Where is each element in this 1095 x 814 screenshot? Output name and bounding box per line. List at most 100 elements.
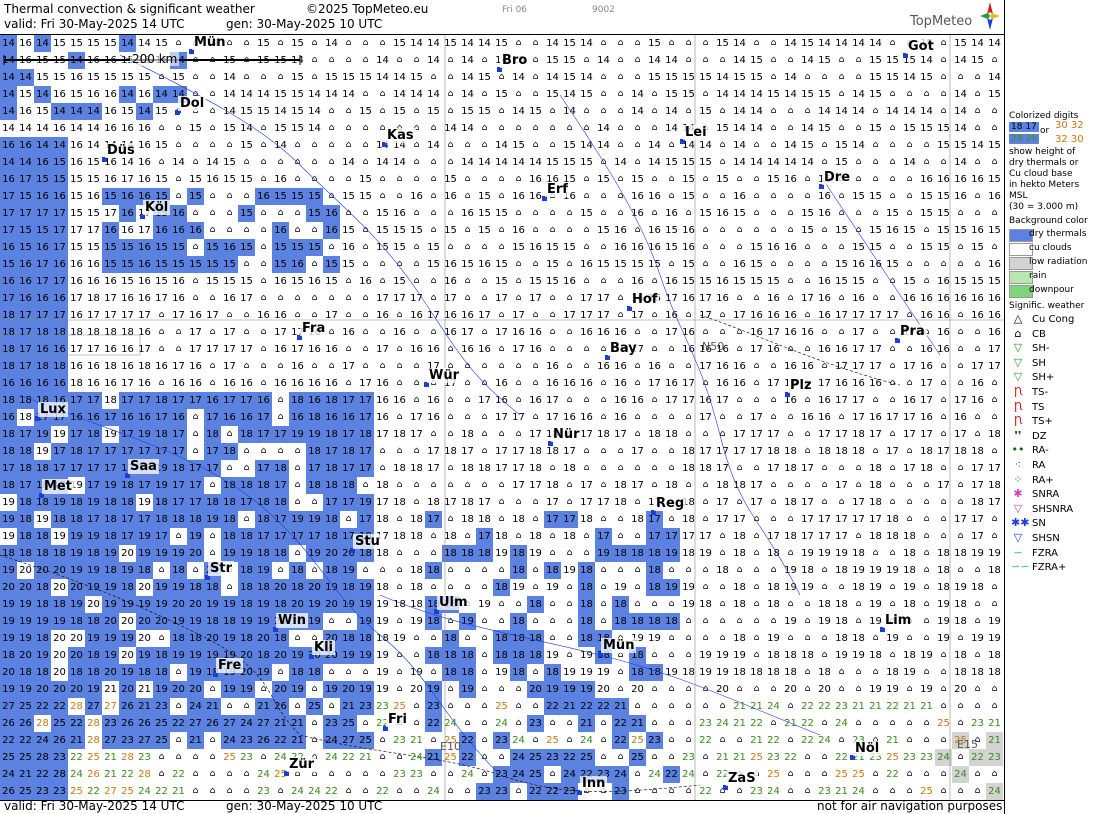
city-label: Met [42,479,74,494]
city-label: Erf [545,182,570,197]
city-label: Reg [654,496,687,511]
city-label: Zür [287,757,317,772]
legend-weather-icon: ❜❜ [1014,428,1022,442]
legend-example-b: 30 32 [1055,120,1084,131]
meridian-e15: E15 [957,738,978,751]
legend-weather-label: CB [1032,328,1046,340]
code-label: 9002 [592,5,615,15]
legend-weather-icon: ⌂ [1014,326,1022,340]
legend-weather-label: SH+ [1032,372,1055,384]
city-label: Mün [192,35,228,50]
legend-example-a: 18 17 [1009,122,1039,132]
legend-weather-label: SH [1032,357,1046,369]
legend-example-c: 28 26 [1009,134,1039,144]
footer-generated: gen: 30-May-2025 10 UTC [226,799,383,813]
legend-weather-icon: Ꞃ [1013,414,1023,428]
legend-bg-label: rain [1029,271,1047,281]
legend-weather-label: SH- [1032,343,1050,355]
city-label: Nöl [853,741,882,756]
city-label: Kas [385,128,416,143]
city-label: Wür [427,368,462,383]
city-label: Lei [683,125,709,140]
legend-bg-label: low radiation [1029,257,1088,267]
legend-explain-line: Cu cloud base [1009,169,1073,179]
legend-weather-label: Cu Cong [1032,314,1075,325]
legend-weather-icon: ▽ [1013,501,1023,515]
city-label: Got [906,39,936,54]
legend-weather-label: RA [1032,460,1046,471]
legend-weather-label: SN [1032,518,1046,530]
legend-weather-label: FZRA+ [1032,562,1067,574]
legend-bg-label: dry thermals [1029,229,1087,239]
city-label: Plz [788,378,814,393]
city-label: Hof [630,292,660,307]
legend-weather-label: RA- [1032,445,1049,457]
city-label: Inn [580,776,608,791]
city-label: Saa [128,459,159,474]
legend-weather-icon: ∽ [1013,545,1023,559]
legend-weather-label: TS+ [1032,416,1053,428]
legend-explain-line: (30 = 3.000 m) [1009,202,1079,212]
legend-weather-icon: ✱ [1013,487,1023,501]
legend-weather-icon: ✱✱ [1011,516,1030,530]
legend-weather-icon: ∽∽ [1011,560,1030,574]
legend-weather-label: TS- [1032,387,1049,398]
city-label: Str [208,561,234,576]
city-label: Fre [216,658,244,673]
city-label: Köl [143,200,171,215]
city-label: Kli [312,640,335,655]
valid-time: valid: Fri 30-May-2025 14 UTC [4,17,185,31]
thermal-map[interactable]: 14161415151515141415⌂⌂14⌂⌂15⌂15⌂14⌂⌂⌂151… [0,34,1004,801]
legend-weather-label: SHSNRA [1032,503,1074,515]
city-label: Lim [883,613,914,628]
scale-label: 200 km [130,52,180,66]
city-label: Mün [601,638,637,653]
legend-bg-label: cu clouds [1029,243,1072,253]
legend-weather-label: TS [1032,401,1045,413]
legend-example-d: 32 30 [1055,134,1084,145]
meridian-e10: E10 [440,740,461,753]
city-label: Dol [178,96,207,111]
city-label: Dre [822,170,853,185]
parallel-n50: N50 [702,340,725,353]
legend-example-or: or [1040,126,1050,136]
legend-weather-label: RA+ [1032,474,1054,486]
legend-explain-line: in hekto Meters [1009,180,1080,190]
legend-weather-label: DZ [1032,430,1047,442]
city-label: Ulm [437,595,470,610]
city-label: Düs [105,143,137,158]
legend-weather-icon: Ꞃ [1013,399,1023,413]
legend-weather-icon: ▽ [1013,370,1023,384]
legend-weather-icon: ▽ [1013,355,1023,369]
map-title: Thermal convection & significant weather [4,2,255,16]
legend-sig-title: Signific. weather [1009,301,1085,311]
legend-panel: Colorized digits 18 17 or 30 32 28 26 32… [1004,0,1095,814]
legend-weather-icon: •• [1011,443,1025,457]
legend-bg-title: Background color [1009,216,1088,226]
run-label: Fri 06 [502,5,528,15]
city-label: Fra [300,321,328,336]
footer-valid: valid: Fri 30-May-2025 14 UTC [4,799,185,813]
legend-weather-label: FZRA [1032,547,1058,559]
footer-disclaimer: not for air navigation purposes [817,799,1003,813]
footer: valid: Fri 30-May-2025 14 UTC gen: 30-Ma… [0,799,1004,814]
legend-weather-icon: ▽ [1013,341,1023,355]
legend-weather-icon: ⁖ [1014,458,1022,471]
city-label: Nür [551,427,582,442]
city-label: ZaS [726,771,758,786]
legend-bg-label: downpour [1029,285,1074,295]
city-label: Bro [500,53,530,68]
legend-weather-icon: ⁘ [1013,472,1023,486]
city-label: Bay [608,341,639,356]
generated-time: gen: 30-May-2025 10 UTC [226,17,383,31]
city-label: Win [276,613,309,628]
legend-weather-icon: Ꞃ [1013,385,1023,398]
city-label: Pra [898,324,927,339]
legend-explain-line: MSL [1009,191,1028,201]
legend-weather-icon: △ [1013,312,1023,325]
city-label: Stu [353,534,382,549]
compass-icon [980,2,1000,30]
city-label: Fri [386,712,409,727]
legend-weather-label: SNRA [1032,489,1060,501]
legend-explain-line: dry thermals or [1009,158,1079,168]
